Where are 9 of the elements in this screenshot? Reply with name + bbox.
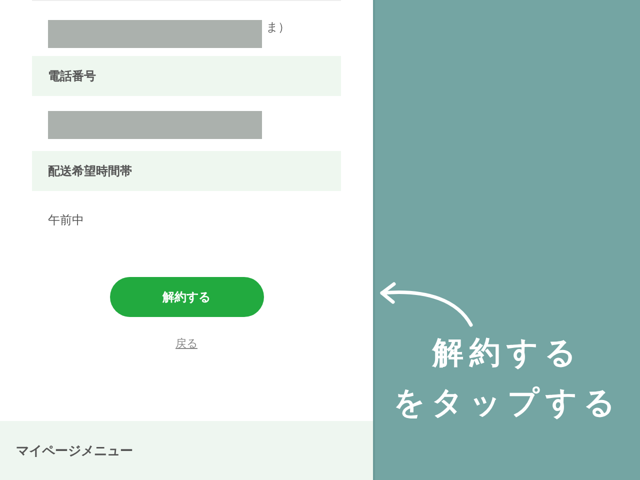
callout-text: をタップする: [394, 385, 622, 421]
callout-text: 解約する: [432, 335, 582, 371]
footer-menu-title: マイページメニュー: [0, 421, 373, 480]
field-value-text: ま）: [266, 20, 290, 34]
field-label: 配送希望時間帯: [32, 151, 341, 191]
field-label: 電話番号: [32, 56, 341, 96]
back-link[interactable]: 戻る: [176, 336, 198, 351]
cancel-contract-button[interactable]: 解約する: [110, 277, 264, 317]
field-value: 午前中: [48, 213, 84, 227]
